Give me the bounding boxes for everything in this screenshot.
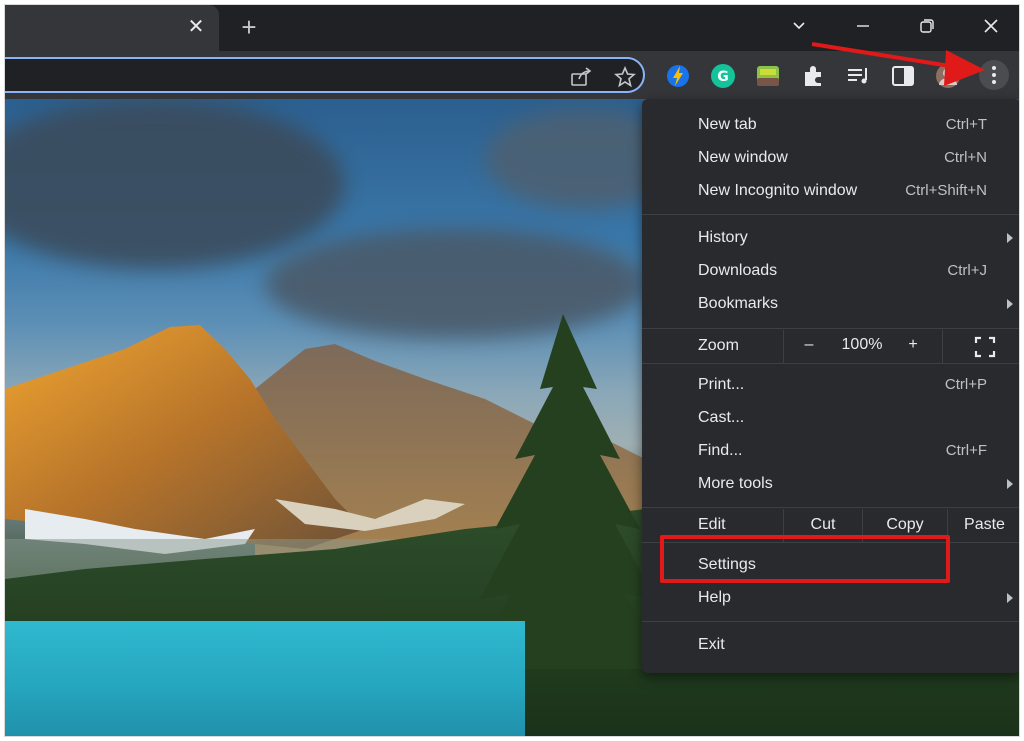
menu-item-shortcut: Ctrl+N: [944, 149, 987, 166]
menu-item-exit[interactable]: Exit: [642, 629, 1019, 662]
address-bar[interactable]: [5, 57, 645, 93]
submenu-arrow-icon: [1007, 299, 1013, 309]
tab-close-icon[interactable]: ✕: [183, 14, 209, 40]
bookmark-star-icon[interactable]: [613, 65, 637, 89]
menu-item-label: History: [698, 229, 748, 246]
paste-button[interactable]: Paste: [948, 516, 1019, 534]
menu-item-bookmarks[interactable]: Bookmarks: [642, 288, 1019, 321]
menu-separator: [642, 621, 1019, 622]
menu-item-cast[interactable]: Cast...: [642, 402, 1019, 435]
reading-list-icon[interactable]: [845, 63, 871, 89]
active-tab[interactable]: ✕: [5, 5, 219, 51]
menu-item-label: New Incognito window: [698, 182, 858, 199]
menu-vertical-separator: [942, 330, 943, 363]
menu-item-shortcut: Ctrl+F: [945, 442, 987, 459]
tab-search-icon[interactable]: [779, 11, 819, 41]
menu-item-new-window[interactable]: New window Ctrl+N: [642, 142, 1019, 175]
settings-highlight-box: [660, 535, 950, 583]
submenu-arrow-icon: [1007, 479, 1013, 489]
submenu-arrow-icon: [1007, 593, 1013, 603]
menu-separator: [642, 363, 1019, 364]
menu-item-downloads[interactable]: Downloads Ctrl+J: [642, 255, 1019, 288]
zoom-in-button[interactable]: +: [890, 336, 936, 354]
lake: [5, 621, 525, 736]
menu-item-label: Zoom: [698, 337, 739, 354]
menu-item-shortcut: Ctrl+T: [945, 116, 987, 133]
menu-item-label: Bookmarks: [698, 295, 779, 312]
extension-green-icon[interactable]: [755, 63, 781, 89]
menu-separator: [642, 507, 1019, 508]
puzzle-extensions-icon[interactable]: [800, 63, 826, 89]
menu-item-label: Help: [698, 589, 731, 606]
extension-lightning-icon[interactable]: [665, 63, 691, 89]
new-tab-button[interactable]: +: [235, 13, 263, 41]
menu-item-print[interactable]: Print... Ctrl+P: [642, 369, 1019, 402]
grammarly-icon[interactable]: G: [710, 63, 736, 89]
menu-separator: [642, 214, 1019, 215]
close-window-icon[interactable]: [971, 11, 1011, 41]
menu-item-history[interactable]: History: [642, 222, 1019, 255]
tab-strip: ✕ +: [5, 5, 1019, 51]
menu-item-label: Print...: [698, 376, 745, 393]
menu-item-find[interactable]: Find... Ctrl+F: [642, 435, 1019, 468]
menu-item-label: New window: [698, 149, 788, 166]
menu-item-label: Cast...: [698, 409, 745, 426]
svg-text:G: G: [717, 69, 729, 85]
menu-item-help[interactable]: Help: [642, 582, 1019, 615]
cut-button[interactable]: Cut: [784, 516, 862, 534]
submenu-arrow-icon: [1007, 233, 1013, 243]
menu-item-label: Downloads: [698, 262, 778, 279]
share-icon[interactable]: [569, 65, 593, 89]
toolbar: G: [5, 51, 1019, 99]
menu-item-label: Find...: [698, 442, 743, 459]
kebab-menu-icon[interactable]: [979, 60, 1009, 90]
menu-separator: [642, 328, 1019, 329]
chrome-main-menu: New tab Ctrl+T New window Ctrl+N New Inc…: [642, 99, 1019, 673]
side-panel-icon[interactable]: [890, 63, 916, 89]
menu-item-label: More tools: [698, 475, 773, 492]
menu-item-label: Exit: [698, 636, 725, 653]
menu-item-shortcut: Ctrl+P: [944, 376, 987, 393]
menu-item-new-incognito[interactable]: New Incognito window Ctrl+Shift+N: [642, 175, 1019, 208]
menu-item-label: Edit: [698, 516, 726, 533]
menu-item-shortcut: Ctrl+Shift+N: [905, 182, 987, 199]
menu-item-label: New tab: [698, 116, 757, 133]
zoom-out-button[interactable]: –: [784, 336, 834, 354]
profile-icon[interactable]: [935, 63, 961, 89]
zoom-level: 100%: [841, 336, 883, 353]
menu-item-new-tab[interactable]: New tab Ctrl+T: [642, 109, 1019, 142]
minimize-icon[interactable]: [843, 11, 883, 41]
browser-window: ✕ + G New tab Ctrl+T New window Ctrl+N N…: [4, 4, 1020, 737]
restore-icon[interactable]: [907, 11, 947, 41]
fullscreen-icon[interactable]: [974, 336, 996, 358]
menu-item-more-tools[interactable]: More tools: [642, 468, 1019, 501]
copy-button[interactable]: Copy: [863, 516, 947, 534]
menu-item-shortcut: Ctrl+J: [947, 262, 987, 279]
